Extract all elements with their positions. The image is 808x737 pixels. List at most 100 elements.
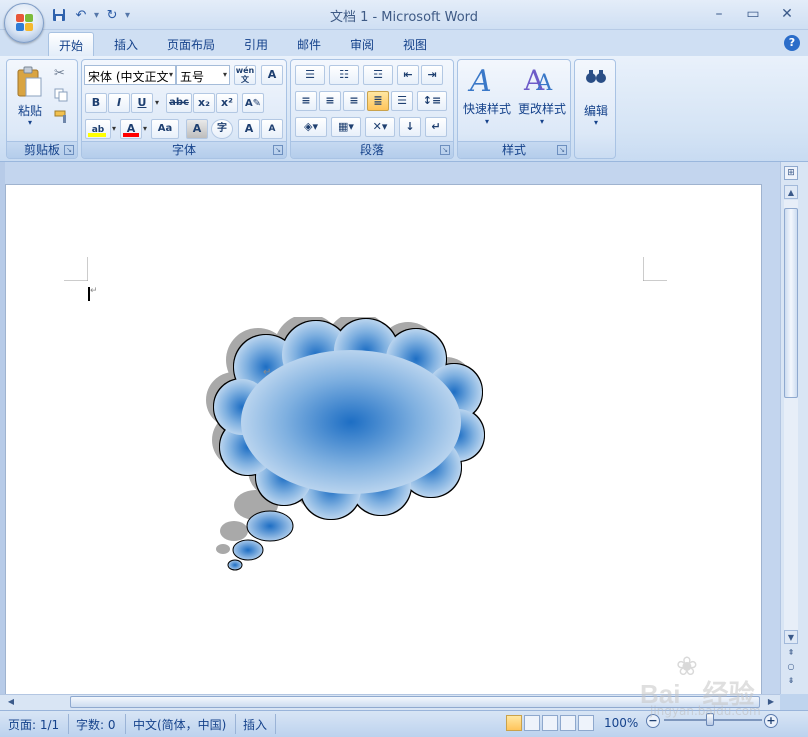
strikethrough-button[interactable]: abc: [166, 93, 192, 113]
paste-dropdown-icon[interactable]: ▾: [23, 118, 37, 127]
bold-button[interactable]: B: [85, 93, 107, 113]
quick-styles-dropdown-icon[interactable]: ▾: [480, 117, 494, 126]
highlight-dropdown-icon[interactable]: ▾: [112, 124, 116, 133]
full-screen-reading-view-icon[interactable]: [524, 715, 540, 731]
subscript-button[interactable]: x₂: [193, 93, 215, 113]
tab-references[interactable]: 引用: [234, 32, 278, 56]
zoom-level[interactable]: 100%: [604, 716, 638, 730]
zoom-out-button[interactable]: −: [646, 714, 660, 728]
word-count[interactable]: 字数: 0: [76, 716, 116, 733]
justify-button[interactable]: ≣: [367, 91, 389, 111]
change-case-button[interactable]: Aa: [151, 119, 179, 139]
binoculars-icon[interactable]: [585, 68, 607, 84]
scroll-down-button[interactable]: ▼: [784, 630, 798, 644]
customize-qat-icon[interactable]: ▾: [125, 10, 130, 21]
shrink-font-button[interactable]: A: [261, 119, 283, 139]
quick-styles-button[interactable]: 快速样式: [460, 100, 514, 117]
paste-icon[interactable]: [15, 66, 43, 98]
save-icon[interactable]: [50, 6, 68, 24]
office-button[interactable]: [4, 3, 44, 43]
font-size-combo[interactable]: 五号 ▾: [176, 65, 230, 85]
quick-styles-icon[interactable]: A: [470, 64, 492, 99]
chinese-layout-button[interactable]: ✕▾: [365, 117, 395, 137]
outline-view-icon[interactable]: [560, 715, 576, 731]
change-styles-dropdown-icon[interactable]: ▾: [535, 117, 549, 126]
help-icon[interactable]: ?: [784, 35, 800, 51]
redo-icon[interactable]: ↻: [103, 6, 121, 24]
character-border-button[interactable]: A: [261, 65, 283, 85]
underline-button[interactable]: U: [131, 93, 153, 113]
format-painter-icon[interactable]: [54, 110, 70, 124]
clear-formatting-button[interactable]: A✎: [242, 93, 264, 113]
status-divider: [68, 714, 69, 734]
draft-view-icon[interactable]: [578, 715, 594, 731]
next-page-icon[interactable]: ⇟: [784, 674, 798, 688]
document-page[interactable]: ↵: [5, 184, 762, 694]
character-shading-button[interactable]: A: [186, 119, 208, 139]
cloud-callout-shape[interactable]: [206, 317, 506, 577]
align-left-button[interactable]: ≡: [295, 91, 317, 111]
zoom-slider-knob[interactable]: [706, 713, 714, 726]
shading-button[interactable]: ◈▾: [295, 117, 327, 137]
editing-button[interactable]: 编辑: [579, 102, 613, 119]
distributed-button[interactable]: ☰: [391, 91, 413, 111]
sort-button[interactable]: ↓: [399, 117, 421, 137]
show-marks-button[interactable]: ↵: [425, 117, 447, 137]
office-logo-icon: [16, 14, 34, 32]
decrease-indent-button[interactable]: ⇤: [397, 65, 419, 85]
bullets-button[interactable]: ☰: [295, 65, 325, 85]
previous-page-icon[interactable]: ⇞: [784, 646, 798, 660]
numbering-button[interactable]: ☷: [329, 65, 359, 85]
phonetic-guide-button[interactable]: wén 文: [234, 65, 256, 85]
zoom-in-button[interactable]: +: [764, 714, 778, 728]
tab-mailings[interactable]: 邮件: [287, 32, 331, 56]
font-name-combo[interactable]: 宋体 (中文正文 ▾: [84, 65, 176, 85]
align-center-button[interactable]: ≡: [319, 91, 341, 111]
tab-review[interactable]: 审阅: [340, 32, 384, 56]
styles-launcher-icon[interactable]: ↘: [557, 145, 567, 155]
maximize-button[interactable]: ▭: [740, 4, 766, 24]
editing-dropdown-icon[interactable]: ▾: [589, 118, 603, 127]
change-styles-button[interactable]: 更改样式: [514, 100, 570, 117]
ruler-toggle-icon[interactable]: ⊞: [784, 166, 798, 180]
horizontal-scroll-thumb[interactable]: [70, 696, 760, 708]
font-launcher-icon[interactable]: ↘: [273, 145, 283, 155]
tab-page-layout[interactable]: 页面布局: [157, 32, 225, 56]
font-color-dropdown-icon[interactable]: ▾: [143, 124, 147, 133]
scroll-left-button[interactable]: ◀: [4, 696, 18, 708]
tab-insert[interactable]: 插入: [104, 32, 148, 56]
copy-icon[interactable]: [54, 88, 68, 102]
paste-button[interactable]: 粘贴: [13, 102, 47, 119]
line-spacing-button[interactable]: ↕≡: [417, 91, 447, 111]
cut-icon[interactable]: ✂: [54, 66, 65, 81]
undo-icon[interactable]: ↶: [72, 6, 90, 24]
multilevel-list-button[interactable]: ☲: [363, 65, 393, 85]
paragraph-launcher-icon[interactable]: ↘: [440, 145, 450, 155]
undo-dropdown-icon[interactable]: ▾: [94, 10, 99, 21]
minimize-button[interactable]: –: [706, 4, 732, 24]
grow-font-button[interactable]: A: [238, 119, 260, 139]
print-layout-view-icon[interactable]: [506, 715, 522, 731]
language-indicator[interactable]: 中文(简体，中国): [133, 716, 226, 733]
enclose-characters-button[interactable]: 字: [211, 119, 233, 139]
browse-object-icon[interactable]: ○: [784, 660, 798, 674]
italic-button[interactable]: I: [108, 93, 130, 113]
insert-mode-indicator[interactable]: 插入: [243, 716, 267, 733]
underline-dropdown-icon[interactable]: ▾: [155, 98, 159, 107]
tab-view[interactable]: 视图: [393, 32, 437, 56]
page-count[interactable]: 页面: 1/1: [8, 716, 59, 733]
web-layout-view-icon[interactable]: [542, 715, 558, 731]
superscript-button[interactable]: x²: [216, 93, 238, 113]
font-color-button[interactable]: A: [120, 119, 142, 139]
highlight-button[interactable]: ab: [85, 119, 111, 139]
clipboard-launcher-icon[interactable]: ↘: [64, 145, 74, 155]
change-styles-icon[interactable]: AA: [524, 64, 552, 97]
vertical-scroll-thumb[interactable]: [784, 208, 798, 398]
borders-button[interactable]: ▦▾: [331, 117, 361, 137]
tab-home[interactable]: 开始: [48, 32, 95, 56]
scroll-up-button[interactable]: ▲: [784, 185, 798, 199]
align-right-button[interactable]: ≡: [343, 91, 365, 111]
increase-indent-button[interactable]: ⇥: [421, 65, 443, 85]
close-button[interactable]: ✕: [774, 4, 800, 24]
scroll-right-button[interactable]: ▶: [764, 696, 778, 708]
